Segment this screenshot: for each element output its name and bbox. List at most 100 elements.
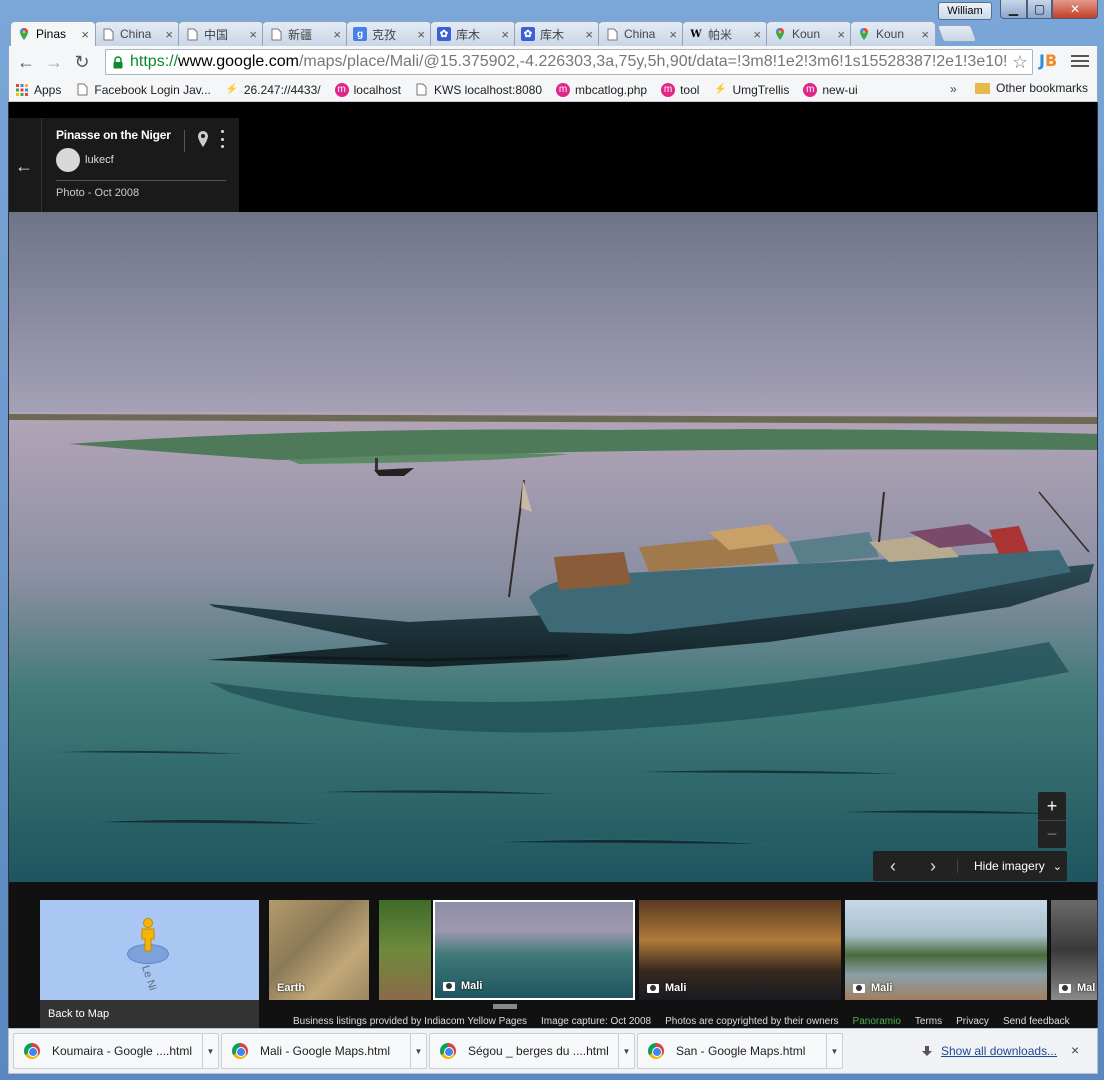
page-icon bbox=[415, 83, 429, 97]
minimize-button[interactable]: ▁ bbox=[1000, 0, 1027, 19]
new-tab-button[interactable] bbox=[936, 25, 978, 42]
tab-8[interactable]: W 帕米 × bbox=[682, 21, 768, 46]
next-photo-button[interactable]: › bbox=[913, 856, 953, 877]
baidu-icon: ✿ bbox=[521, 27, 535, 41]
tab-close-icon[interactable]: × bbox=[81, 27, 89, 42]
tab-9[interactable]: Koun × bbox=[766, 21, 852, 46]
zoom-in-button[interactable]: + bbox=[1038, 792, 1066, 820]
download-item[interactable]: Ségou _ berges du ....html ▼ bbox=[429, 1033, 635, 1069]
tab-close-icon[interactable]: × bbox=[501, 27, 509, 42]
chrome-icon bbox=[648, 1043, 664, 1059]
bookmark-umgtrellis[interactable]: ⚡ UmgTrellis bbox=[713, 83, 789, 97]
tab-10[interactable]: Koun × bbox=[850, 21, 936, 46]
tab-close-icon[interactable]: × bbox=[333, 27, 341, 42]
tab-3[interactable]: 新疆 × bbox=[262, 21, 348, 46]
baidu-icon: ✿ bbox=[437, 27, 451, 41]
maps-photo-viewer: ← Pinasse on the Niger lukecf Photo - Oc… bbox=[8, 102, 1098, 1028]
river-label: Le Ni bbox=[139, 963, 159, 993]
thumbnail-label: Mali bbox=[647, 982, 686, 994]
download-item[interactable]: Mali - Google Maps.html ▼ bbox=[221, 1033, 427, 1069]
send-feedback-link[interactable]: Send feedback bbox=[1003, 1016, 1070, 1027]
tab-close-icon[interactable]: × bbox=[417, 27, 425, 42]
tab-close-icon[interactable]: × bbox=[921, 27, 929, 42]
camera-icon bbox=[853, 983, 865, 993]
filmstrip-scroll-indicator[interactable] bbox=[493, 1004, 517, 1009]
avatar[interactable] bbox=[56, 148, 80, 172]
tab-5[interactable]: ✿ 库木 × bbox=[430, 21, 516, 46]
previous-photo-button[interactable]: ‹ bbox=[873, 856, 913, 877]
close-downloads-bar-icon[interactable]: × bbox=[1071, 1042, 1079, 1058]
tab-0[interactable]: Pinas × bbox=[10, 21, 96, 46]
bookmark-localhost[interactable]: m localhost bbox=[334, 82, 401, 97]
tab-1[interactable]: China × bbox=[94, 21, 180, 46]
tab-close-icon[interactable]: × bbox=[753, 27, 761, 42]
tab-4[interactable]: g 克孜 × bbox=[346, 21, 432, 46]
browser-toolbar: ← → ↻ https://www.google.com/maps/place/… bbox=[8, 46, 1098, 78]
bookmark-facebook-login[interactable]: Facebook Login Jav... bbox=[75, 83, 211, 97]
thumbnail-photo[interactable]: Mali bbox=[639, 900, 841, 1000]
wikipedia-icon: W bbox=[690, 28, 702, 40]
tab-label: 新疆 bbox=[288, 27, 313, 42]
google-maps-icon bbox=[17, 27, 31, 41]
photo-author[interactable]: lukecf bbox=[85, 154, 114, 166]
thumbnail-photo[interactable]: Mal bbox=[1051, 900, 1097, 1000]
google-maps-icon bbox=[857, 27, 871, 41]
thumbnail-label: Earth bbox=[277, 982, 306, 994]
m-icon: m bbox=[803, 82, 818, 97]
bookmark-26-247[interactable]: ⚡ 26.247://4433/ bbox=[225, 83, 321, 97]
tab-label: 库木 bbox=[456, 27, 481, 42]
bookmark-kws-localhost[interactable]: KWS localhost:8080 bbox=[415, 83, 542, 97]
pegman-icon bbox=[141, 918, 155, 952]
imagery-nav: ‹ › Hide imagery ⌄ bbox=[873, 851, 1067, 881]
reload-button[interactable]: ↻ bbox=[71, 51, 93, 73]
thumbnail-photo[interactable]: Mali bbox=[845, 900, 1047, 1000]
chevron-down-icon[interactable]: ▼ bbox=[410, 1034, 426, 1068]
profile-button[interactable]: William bbox=[938, 2, 992, 20]
chevron-down-icon[interactable]: ▼ bbox=[618, 1034, 634, 1068]
panoramio-photo[interactable] bbox=[9, 212, 1097, 882]
more-options-icon[interactable] bbox=[219, 130, 225, 148]
download-item[interactable]: San - Google Maps.html ▼ bbox=[637, 1033, 843, 1069]
back-arrow-icon[interactable]: ← bbox=[15, 156, 33, 177]
thumbnail-earth[interactable]: Earth bbox=[269, 900, 369, 1000]
thumbnail-photo[interactable] bbox=[379, 900, 431, 1000]
jetbrains-extension-icon[interactable]: JB bbox=[1039, 51, 1057, 70]
bookmark-tool[interactable]: m tool bbox=[661, 82, 699, 97]
privacy-link[interactable]: Privacy bbox=[956, 1016, 989, 1027]
tab-label: China bbox=[624, 27, 656, 41]
back-button[interactable]: ← bbox=[15, 51, 37, 73]
close-window-button[interactable]: ✕ bbox=[1052, 0, 1098, 19]
chrome-menu-icon[interactable] bbox=[1071, 52, 1089, 70]
tab-2[interactable]: 中国 × bbox=[178, 21, 264, 46]
terms-link[interactable]: Terms bbox=[915, 1016, 942, 1027]
other-bookmarks-folder[interactable]: Other bookmarks bbox=[975, 81, 1088, 95]
arrow-right-icon: → bbox=[45, 51, 63, 72]
chevron-down-icon[interactable]: ▼ bbox=[826, 1034, 842, 1068]
bookmark-mbcatlog[interactable]: m mbcatlog.php bbox=[556, 82, 647, 97]
address-bar[interactable]: https://www.google.com/maps/place/Mali/@… bbox=[105, 49, 1033, 75]
tab-6[interactable]: ✿ 库木 × bbox=[514, 21, 600, 46]
maximize-button[interactable]: ▢ bbox=[1027, 0, 1052, 19]
back-to-map-card[interactable]: Le Ni Back to Map bbox=[40, 900, 259, 1028]
zoom-out-button[interactable]: − bbox=[1038, 820, 1066, 848]
tab-close-icon[interactable]: × bbox=[249, 27, 257, 42]
forward-button[interactable]: → bbox=[43, 51, 65, 73]
chevron-down-icon[interactable]: ▼ bbox=[202, 1034, 218, 1068]
tab-close-icon[interactable]: × bbox=[585, 27, 593, 42]
download-item[interactable]: Koumaira - Google ....html ▼ bbox=[13, 1033, 219, 1069]
tab-close-icon[interactable]: × bbox=[837, 27, 845, 42]
show-all-downloads-link[interactable]: Show all downloads... bbox=[921, 1044, 1057, 1058]
bookmarks-overflow-button[interactable]: » bbox=[950, 82, 957, 96]
panoramio-logo[interactable]: Panoramio bbox=[853, 1016, 901, 1027]
hide-imagery-button[interactable]: Hide imagery ⌄ bbox=[957, 859, 1062, 873]
bookmark-new-ui[interactable]: m new-ui bbox=[803, 82, 858, 97]
photo-info-card: ← Pinasse on the Niger lukecf Photo - Oc… bbox=[9, 118, 239, 212]
thumbnail-label: Mali bbox=[853, 982, 892, 994]
tab-close-icon[interactable]: × bbox=[165, 27, 173, 42]
thumbnail-selected[interactable]: Mali bbox=[433, 900, 635, 1000]
tab-close-icon[interactable]: × bbox=[669, 27, 677, 42]
map-pin-icon[interactable] bbox=[196, 130, 210, 148]
bookmark-apps[interactable]: Apps bbox=[15, 83, 61, 97]
tab-7[interactable]: China × bbox=[598, 21, 684, 46]
bookmark-star-icon[interactable]: ☆ bbox=[1007, 52, 1028, 73]
